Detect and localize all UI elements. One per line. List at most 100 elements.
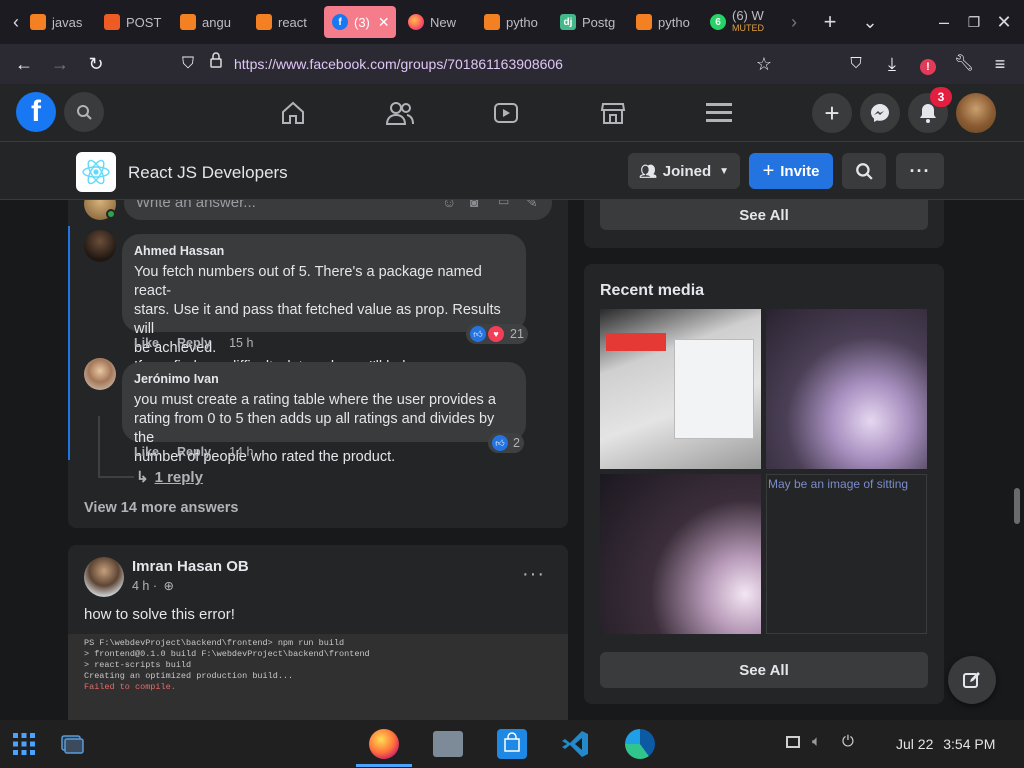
extension-badge: ! <box>920 59 936 75</box>
comments-card: Write an answer... ☺ ◙ ▭ ✎ Ahmed Hassan … <box>68 200 568 528</box>
tab-scroll-right-icon[interactable]: › <box>782 10 806 34</box>
tab-label: angu <box>202 14 231 30</box>
messenger-icon[interactable] <box>860 93 900 133</box>
browser-nav-bar: ← → ↻ ⛉ https://www.facebook.com/groups/… <box>0 44 1024 84</box>
post-image-terminal[interactable]: PS F:\webdevProject\backend\frontend> np… <box>68 634 568 720</box>
clock[interactable]: Jul 22 3:54 PM <box>896 736 995 752</box>
tab-3[interactable]: angu <box>180 6 242 38</box>
sticker-icon[interactable]: ✎ <box>526 200 538 211</box>
see-all-button-bottom[interactable]: See All <box>600 652 928 688</box>
menu-icon[interactable] <box>706 102 732 129</box>
edge-icon[interactable] <box>625 729 655 759</box>
view-more-answers-link[interactable]: View 14 more answers <box>84 500 239 516</box>
reaction-summary[interactable]: 👍︎ 2 <box>488 433 524 453</box>
tab-6[interactable]: New <box>408 6 470 38</box>
tab-label: Postg <box>582 14 616 30</box>
firefox-icon[interactable] <box>369 729 399 759</box>
joined-label: Joined <box>662 162 712 180</box>
app-grid-icon[interactable] <box>12 732 36 761</box>
comment-actions: Like Reply 14 h <box>134 445 253 459</box>
restore-icon[interactable]: ❐ <box>962 10 986 34</box>
tab-1[interactable]: javas <box>30 6 92 38</box>
tab-4[interactable]: react <box>256 6 316 38</box>
task-view-icon[interactable] <box>60 732 84 761</box>
more-options-button[interactable]: ··· <box>896 153 944 189</box>
notification-area-icon[interactable] <box>786 736 800 748</box>
image-alt-text: May be an image of sitting <box>768 477 909 491</box>
tab-10[interactable]: 6 (6) W MUTED <box>710 6 772 38</box>
see-all-button-top[interactable]: See All <box>600 200 928 230</box>
post-options-icon[interactable]: ··· <box>522 563 545 586</box>
comment-time[interactable]: 14 h <box>229 445 253 459</box>
wrench-icon[interactable]: 🔧︎ <box>952 52 976 76</box>
tab-9[interactable]: pytho <box>636 6 696 38</box>
tab-2[interactable]: POST <box>104 6 166 38</box>
page-scrollbar[interactable] <box>1014 488 1020 524</box>
emoji-icon[interactable]: ☺ <box>442 200 456 210</box>
post-author-name[interactable]: Imran Hasan OB <box>132 558 249 575</box>
joined-button[interactable]: 👥︎ Joined ▼ <box>628 153 740 189</box>
home-svg <box>282 101 304 124</box>
close-tab-icon[interactable]: ✕ <box>378 14 390 31</box>
hamburger-menu-icon[interactable]: ≡ <box>988 52 1012 76</box>
comment-author[interactable]: Ahmed Hassan <box>134 242 514 261</box>
post-author-avatar[interactable] <box>84 557 124 597</box>
forward-icon[interactable]: → <box>48 52 72 76</box>
facebook-logo-icon[interactable]: f <box>16 92 56 132</box>
bookmark-star-icon[interactable]: ☆ <box>752 52 776 76</box>
like-link[interactable]: Like <box>134 445 159 459</box>
tab-7[interactable]: pytho <box>484 6 546 38</box>
minimize-icon[interactable]: – <box>932 10 956 34</box>
comment-time[interactable]: 15 h <box>229 336 253 350</box>
tab-scroll-left-icon[interactable]: ‹ <box>4 10 28 34</box>
url-field[interactable]: https://www.facebook.com/groups/70186116… <box>234 56 563 72</box>
home-icon[interactable] <box>280 100 306 131</box>
group-name[interactable]: React JS Developers <box>128 163 288 183</box>
shield-icon[interactable]: ⛉ <box>176 52 200 76</box>
camera-icon[interactable]: ◙ <box>470 200 478 210</box>
volume-icon[interactable]: 🔈︎ <box>812 733 821 750</box>
media-thumbnail[interactable] <box>766 309 927 469</box>
tab-facebook-active[interactable]: f (3) ✕ <box>324 6 396 38</box>
messenger-svg <box>871 104 889 122</box>
marketplace-icon[interactable] <box>600 100 626 131</box>
reply-link[interactable]: Reply <box>177 445 211 459</box>
create-plus-icon[interactable]: + <box>812 93 852 133</box>
terminal-line: > frontend@0.1.0 build F:\webdevProject\… <box>84 649 370 659</box>
window-close-icon[interactable]: ✕ <box>992 10 1016 34</box>
power-icon[interactable]: ⏻ <box>842 733 854 750</box>
pocket-icon[interactable]: ⛉ <box>844 52 868 76</box>
tab-8[interactable]: dj Postg <box>560 6 620 38</box>
reply-link[interactable]: Reply <box>177 336 211 350</box>
commenter-avatar[interactable] <box>84 230 116 262</box>
back-icon[interactable]: ← <box>12 52 36 76</box>
media-thumbnail[interactable] <box>600 309 761 469</box>
invite-button[interactable]: + Invite <box>749 153 833 189</box>
watch-icon[interactable] <box>493 100 519 131</box>
extension-icon[interactable]: ! <box>916 52 940 76</box>
react-logo-icon[interactable] <box>76 152 116 192</box>
group-search-button[interactable] <box>842 153 886 189</box>
media-thumbnail-placeholder[interactable]: May be an image of sitting <box>766 474 927 634</box>
write-answer-input[interactable]: Write an answer... ☺ ◙ ▭ ✎ <box>124 200 552 220</box>
like-link[interactable]: Like <box>134 336 159 350</box>
search-icon[interactable] <box>64 92 104 132</box>
reaction-summary[interactable]: 👍︎ ♥ 21 <box>466 324 528 344</box>
media-thumbnail[interactable] <box>600 474 761 634</box>
download-icon[interactable]: ⤓ <box>880 52 904 76</box>
commenter-avatar[interactable] <box>84 358 116 390</box>
chevron-down-icon[interactable]: ⌄ <box>858 10 882 34</box>
lock-icon[interactable] <box>204 52 228 76</box>
vscode-icon[interactable] <box>561 729 591 764</box>
post-time[interactable]: 4 h · <box>132 579 157 593</box>
gif-icon[interactable]: ▭ <box>498 200 509 208</box>
reload-icon[interactable]: ↻ <box>84 52 108 76</box>
profile-avatar[interactable] <box>956 93 996 133</box>
new-message-button[interactable] <box>948 656 996 704</box>
store-icon[interactable] <box>497 729 527 759</box>
friends-icon[interactable] <box>385 100 414 131</box>
view-replies-link[interactable]: ↳ 1 reply <box>136 468 203 486</box>
comment-author[interactable]: Jerónimo Ivan <box>134 370 514 389</box>
files-icon[interactable] <box>433 731 463 757</box>
new-tab-icon[interactable]: + <box>818 10 842 34</box>
